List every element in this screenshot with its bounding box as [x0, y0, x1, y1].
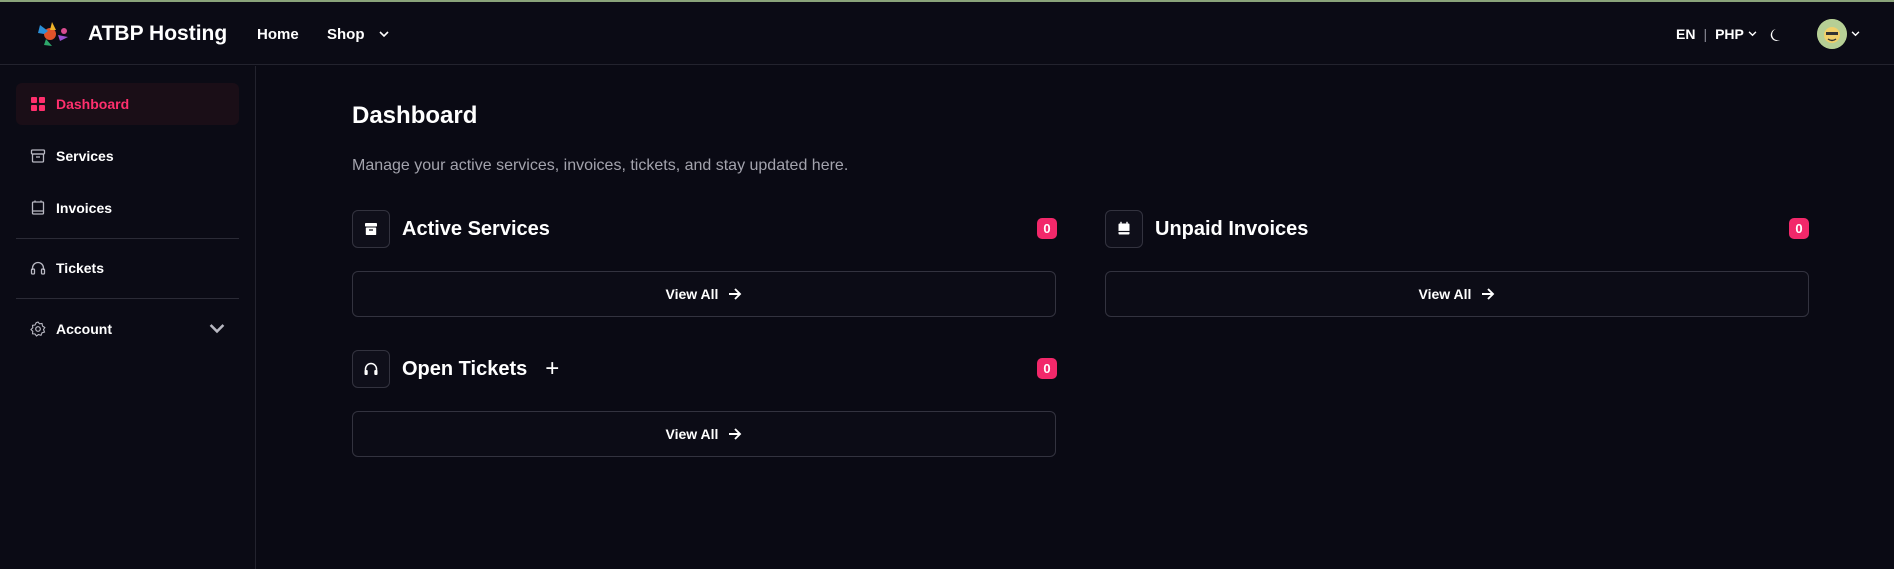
- arrow-right-icon: [1482, 288, 1495, 300]
- page-title: Dashboard: [352, 102, 478, 129]
- chevron-down-icon: [1851, 31, 1860, 37]
- receipt-icon: [1105, 210, 1143, 248]
- open-tickets-count-badge: 0: [1037, 358, 1057, 379]
- sidebar-item-invoices[interactable]: Invoices: [16, 187, 239, 229]
- language-currency-selector[interactable]: EN | PHP: [1676, 26, 1757, 42]
- active-services-header: Active Services: [352, 210, 550, 248]
- chevron-down-icon: [378, 31, 389, 38]
- new-ticket-plus-icon[interactable]: +: [545, 357, 559, 381]
- sidebar-item-account[interactable]: Account: [16, 308, 239, 350]
- nav-shop-label: Shop: [327, 26, 365, 43]
- arrow-right-icon: [729, 428, 742, 440]
- user-menu[interactable]: [1817, 19, 1860, 49]
- open-tickets-view-all-button[interactable]: View All: [352, 411, 1056, 457]
- chevron-down-icon: [1748, 31, 1757, 37]
- gear-icon: [30, 321, 46, 337]
- arrow-right-icon: [729, 288, 742, 300]
- view-all-label: View All: [1418, 286, 1472, 302]
- unpaid-invoices-count-badge: 0: [1789, 218, 1809, 239]
- sidebar-divider: [16, 298, 239, 299]
- headset-icon: [352, 350, 390, 388]
- nav-shop-dropdown[interactable]: Shop: [327, 26, 389, 43]
- receipt-icon: [31, 200, 45, 215]
- top-navbar: ATBP Hosting Home Shop EN | PHP: [0, 2, 1894, 65]
- sidebar-item-services[interactable]: Services: [16, 135, 239, 177]
- currency-label: PHP: [1715, 26, 1744, 42]
- theme-toggle-moon-icon[interactable]: [1768, 26, 1786, 44]
- page-subtitle: Manage your active services, invoices, t…: [352, 157, 849, 174]
- archive-icon: [352, 210, 390, 248]
- sidebar-item-label: Invoices: [56, 200, 113, 216]
- language-label: EN: [1676, 26, 1696, 42]
- archive-icon: [30, 149, 46, 163]
- sidebar-item-label: Tickets: [56, 260, 104, 276]
- unpaid-invoices-title: Unpaid Invoices: [1155, 217, 1309, 240]
- active-services-count-badge: 0: [1037, 218, 1057, 239]
- sidebar-divider: [16, 238, 239, 239]
- sidebar: Dashboard Services Invoices Tickets Acco…: [0, 66, 256, 569]
- sidebar-item-dashboard[interactable]: Dashboard: [16, 83, 239, 125]
- nav-home-link[interactable]: Home: [257, 26, 299, 43]
- chevron-down-icon: [209, 324, 225, 334]
- view-all-label: View All: [665, 426, 719, 442]
- sidebar-item-tickets[interactable]: Tickets: [16, 247, 239, 289]
- sidebar-item-label: Account: [56, 321, 112, 337]
- brand-name[interactable]: ATBP Hosting: [88, 22, 227, 46]
- unpaid-invoices-view-all-button[interactable]: View All: [1105, 271, 1809, 317]
- headset-icon: [30, 261, 46, 275]
- unpaid-invoices-header: Unpaid Invoices: [1105, 210, 1308, 248]
- avatar: [1817, 19, 1847, 49]
- grid-icon: [31, 97, 45, 111]
- sidebar-item-label: Dashboard: [56, 96, 130, 112]
- sidebar-item-label: Services: [56, 148, 114, 164]
- open-tickets-header: Open Tickets +: [352, 350, 559, 388]
- open-tickets-title: Open Tickets: [402, 357, 528, 380]
- brand-logo[interactable]: [34, 19, 74, 49]
- view-all-label: View All: [665, 286, 719, 302]
- active-services-title: Active Services: [402, 217, 550, 240]
- separator: |: [1703, 26, 1708, 42]
- active-services-view-all-button[interactable]: View All: [352, 271, 1056, 317]
